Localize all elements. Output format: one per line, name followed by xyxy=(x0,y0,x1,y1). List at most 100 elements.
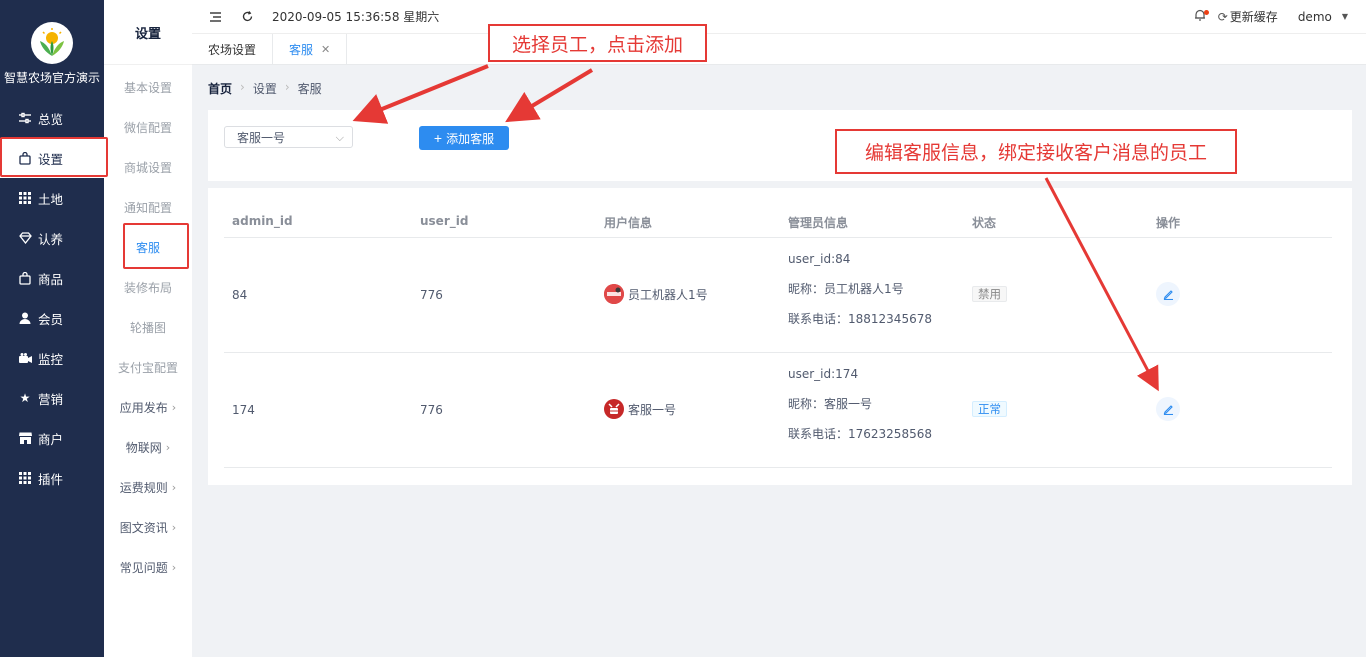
table-row: 84 776 员工机器人1号 user_id:84 昵称：员工机器人1号 联系电… xyxy=(224,238,1332,353)
bell-icon[interactable] xyxy=(1194,9,1209,24)
header-datetime: 2020-09-05 15:36:58 星期六 xyxy=(272,10,440,24)
add-customer-service-button[interactable]: + 添加客服 xyxy=(419,126,509,150)
user-menu[interactable]: demo ▼ xyxy=(1298,10,1348,24)
highlight-settings-nav xyxy=(0,137,108,177)
customer-service-table: admin_id user_id 用户信息 管理员信息 状态 操作 84 776… xyxy=(208,188,1352,485)
close-icon[interactable]: ✕ xyxy=(321,43,330,56)
sidebar-item-merchant[interactable]: 商户 xyxy=(0,418,104,458)
submenu-item-iot[interactable]: 物联网 › xyxy=(104,427,192,467)
column-header: 状态 xyxy=(972,216,997,230)
tab-label: 农场设置 xyxy=(208,43,257,57)
table-header: admin_id user_id 用户信息 管理员信息 状态 操作 xyxy=(224,202,1332,238)
breadcrumb-settings[interactable]: 设置 xyxy=(253,80,277,97)
sidebar-item-goods[interactable]: 商品 xyxy=(0,258,104,298)
chevron-right-icon: › xyxy=(165,440,171,454)
sidebar-item-monitor[interactable]: 监控 xyxy=(0,338,104,378)
breadcrumb-home[interactable]: 首页 xyxy=(208,80,232,97)
tab-farm-settings[interactable]: 农场设置 xyxy=(192,34,274,65)
submenu-item-decoration[interactable]: 装修布局 xyxy=(104,267,192,307)
grid-icon xyxy=(18,191,32,205)
settings-submenu: 设置 基本设置 微信配置 商城设置 通知配置 客服 装修布局 轮播图 支付宝配置… xyxy=(104,0,192,657)
column-header: 用户信息 xyxy=(604,216,653,230)
breadcrumb-separator: › xyxy=(240,80,245,94)
sidebar-item-member[interactable]: 会员 xyxy=(0,298,104,338)
sidebar-item-label: 插件 xyxy=(38,471,64,487)
column-header: admin_id xyxy=(232,214,293,228)
user-name: 客服一号 xyxy=(628,402,677,417)
chevron-right-icon: › xyxy=(171,400,177,414)
cell-user-id: 776 xyxy=(420,403,443,417)
edit-button[interactable] xyxy=(1156,282,1180,306)
submenu-item-basic[interactable]: 基本设置 xyxy=(104,67,192,107)
cell-status: 正常 xyxy=(972,401,1007,417)
sidebar-item-marketing[interactable]: ★ 营销 xyxy=(0,378,104,418)
status-badge: 正常 xyxy=(972,401,1007,417)
submenu-item-wechat[interactable]: 微信配置 xyxy=(104,107,192,147)
add-button-label: 添加客服 xyxy=(446,131,495,146)
sidebar-item-plugins[interactable]: 插件 xyxy=(0,458,104,498)
edit-button[interactable] xyxy=(1156,397,1180,421)
submenu-item-carousel[interactable]: 轮播图 xyxy=(104,307,192,347)
submenu-item-app-release[interactable]: 应用发布 › xyxy=(104,387,192,427)
user-icon xyxy=(18,311,32,325)
column-header: user_id xyxy=(420,214,469,228)
sidebar-item-overview[interactable]: 总览 xyxy=(0,98,104,138)
submenu-item-notify[interactable]: 通知配置 xyxy=(104,187,192,227)
cell-actions xyxy=(1156,282,1180,306)
page-tabs: 农场设置 客服 ✕ xyxy=(192,33,1366,65)
admin-phone: 联系电话：17623258568 xyxy=(788,427,932,441)
refresh-cache-button[interactable]: ⟳ 更新缓存 xyxy=(1218,8,1278,25)
submenu-item-label: 运费规则 xyxy=(119,480,168,495)
avatar xyxy=(604,399,624,419)
submenu-item-articles[interactable]: 图文资讯 › xyxy=(104,507,192,547)
admin-phone: 联系电话：18812345678 xyxy=(788,312,932,326)
caret-down-icon: ▼ xyxy=(1341,12,1348,21)
sidebar-item-label: 商品 xyxy=(38,271,64,287)
pencil-icon xyxy=(1163,289,1173,300)
staff-select[interactable]: 客服一号 ⌵ xyxy=(224,126,353,148)
cell-admin-info: user_id:174 昵称：客服一号 联系电话：17623258568 xyxy=(788,359,932,449)
sidebar-item-label: 认养 xyxy=(38,231,64,247)
cell-user-info: 客服一号 xyxy=(604,399,676,419)
pencil-icon xyxy=(1163,404,1173,415)
cell-user-id: 776 xyxy=(420,288,443,302)
submenu-item-label: 轮播图 xyxy=(129,320,166,335)
sidebar-item-land[interactable]: 土地 xyxy=(0,178,104,218)
refresh-icon[interactable] xyxy=(240,10,254,24)
sidebar-item-label: 土地 xyxy=(38,191,64,207)
grid-icon xyxy=(18,471,32,485)
sidebar-item-label: 监控 xyxy=(38,351,64,367)
gem-icon xyxy=(18,231,32,245)
main-sidebar: 智慧农场官方演示 总览 设置 土地 认养 商品 会员 监控 ★ 营销 商户 插件 xyxy=(0,0,104,657)
breadcrumb: 首页 › 设置 › 客服 xyxy=(208,80,322,97)
submenu-item-mall[interactable]: 商城设置 xyxy=(104,147,192,187)
star-icon: ★ xyxy=(19,391,31,405)
menu-toggle-icon[interactable] xyxy=(208,10,222,24)
brand-block: 智慧农场官方演示 xyxy=(0,0,104,98)
submenu-item-shipping[interactable]: 运费规则 › xyxy=(104,467,192,507)
sidebar-item-label: 营销 xyxy=(38,391,64,407)
cell-admin-id: 174 xyxy=(232,403,255,417)
admin-nickname: 昵称：员工机器人1号 xyxy=(788,282,904,296)
submenu-item-faq[interactable]: 常见问题 › xyxy=(104,547,192,587)
tab-customer-service[interactable]: 客服 ✕ xyxy=(273,34,348,65)
submenu-item-label: 微信配置 xyxy=(123,120,172,135)
store-icon xyxy=(18,431,32,445)
chevron-right-icon: › xyxy=(171,560,177,574)
cell-admin-id: 84 xyxy=(232,288,248,302)
column-header: 操作 xyxy=(1156,216,1181,230)
cell-actions xyxy=(1156,397,1180,421)
sidebar-item-label: 总览 xyxy=(38,111,64,127)
chevron-down-icon: ⌵ xyxy=(335,131,344,144)
submenu-item-label: 图文资讯 xyxy=(119,520,168,535)
cell-status: 禁用 xyxy=(972,286,1007,302)
submenu-item-label: 应用发布 xyxy=(119,400,168,415)
refresh-cache-label: 更新缓存 xyxy=(1229,10,1278,24)
tab-label: 客服 xyxy=(289,43,314,57)
top-header: 2020-09-05 15:36:58 星期六 ⟳ 更新缓存 demo ▼ xyxy=(192,0,1366,33)
avatar xyxy=(604,284,624,304)
refresh-icon: ⟳ xyxy=(1217,9,1228,24)
sidebar-item-label: 会员 xyxy=(38,311,64,327)
sidebar-item-adopt[interactable]: 认养 xyxy=(0,218,104,258)
submenu-item-alipay[interactable]: 支付宝配置 xyxy=(104,347,192,387)
